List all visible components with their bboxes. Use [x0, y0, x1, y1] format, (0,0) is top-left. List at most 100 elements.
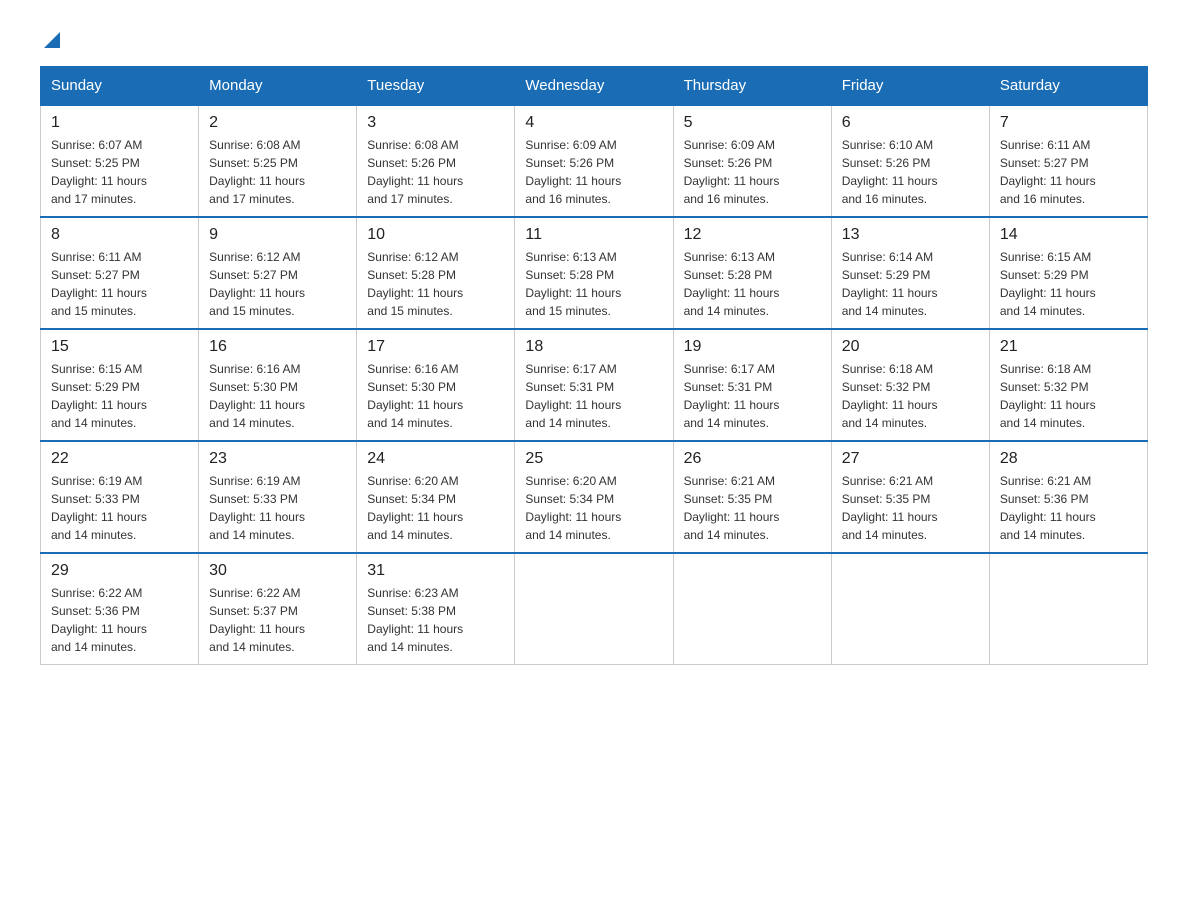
day-number: 29 — [51, 562, 188, 580]
calendar-cell: 17 Sunrise: 6:16 AMSunset: 5:30 PMDayligh… — [357, 329, 515, 441]
day-number: 21 — [1000, 338, 1137, 356]
day-info: Sunrise: 6:16 AMSunset: 5:30 PMDaylight:… — [367, 360, 504, 432]
day-info: Sunrise: 6:13 AMSunset: 5:28 PMDaylight:… — [525, 248, 662, 320]
calendar-cell: 16 Sunrise: 6:16 AMSunset: 5:30 PMDayligh… — [199, 329, 357, 441]
day-number: 17 — [367, 338, 504, 356]
column-header-tuesday: Tuesday — [357, 67, 515, 106]
day-number: 20 — [842, 338, 979, 356]
day-info: Sunrise: 6:17 AMSunset: 5:31 PMDaylight:… — [525, 360, 662, 432]
calendar-cell: 20 Sunrise: 6:18 AMSunset: 5:32 PMDayligh… — [831, 329, 989, 441]
calendar-week-row: 29 Sunrise: 6:22 AMSunset: 5:36 PMDayligh… — [41, 553, 1148, 665]
calendar-cell: 18 Sunrise: 6:17 AMSunset: 5:31 PMDayligh… — [515, 329, 673, 441]
calendar-cell — [515, 553, 673, 665]
calendar-cell: 27 Sunrise: 6:21 AMSunset: 5:35 PMDayligh… — [831, 441, 989, 553]
day-info: Sunrise: 6:12 AMSunset: 5:27 PMDaylight:… — [209, 248, 346, 320]
day-info: Sunrise: 6:08 AMSunset: 5:26 PMDaylight:… — [367, 136, 504, 208]
day-number: 8 — [51, 226, 188, 244]
day-number: 16 — [209, 338, 346, 356]
day-number: 24 — [367, 450, 504, 468]
calendar-cell: 22Sunrise: 6:19 AMSunset: 5:33 PMDayligh… — [41, 441, 199, 553]
day-number: 4 — [525, 114, 662, 132]
day-info: Sunrise: 6:15 AMSunset: 5:29 PMDaylight:… — [1000, 248, 1137, 320]
day-info: Sunrise: 6:09 AMSunset: 5:26 PMDaylight:… — [684, 136, 821, 208]
day-number: 26 — [684, 450, 821, 468]
calendar-cell: 1 Sunrise: 6:07 AMSunset: 5:25 PMDaylight… — [41, 105, 199, 217]
day-info: Sunrise: 6:20 AMSunset: 5:34 PMDaylight:… — [525, 472, 662, 544]
day-info: Sunrise: 6:11 AMSunset: 5:27 PMDaylight:… — [1000, 136, 1137, 208]
calendar-week-row: 8 Sunrise: 6:11 AMSunset: 5:27 PMDaylight… — [41, 217, 1148, 329]
day-info: Sunrise: 6:20 AMSunset: 5:34 PMDaylight:… — [367, 472, 504, 544]
calendar-cell: 21 Sunrise: 6:18 AMSunset: 5:32 PMDayligh… — [989, 329, 1147, 441]
day-number: 14 — [1000, 226, 1137, 244]
day-number: 9 — [209, 226, 346, 244]
day-info: Sunrise: 6:19 AMSunset: 5:33 PMDaylight:… — [209, 472, 346, 544]
day-info: Sunrise: 6:07 AMSunset: 5:25 PMDaylight:… — [51, 136, 188, 208]
logo-triangle-icon — [44, 32, 60, 48]
calendar-cell: 9 Sunrise: 6:12 AMSunset: 5:27 PMDaylight… — [199, 217, 357, 329]
calendar-header-row: SundayMondayTuesdayWednesdayThursdayFrid… — [41, 67, 1148, 106]
day-info: Sunrise: 6:10 AMSunset: 5:26 PMDaylight:… — [842, 136, 979, 208]
calendar-cell: 31Sunrise: 6:23 AMSunset: 5:38 PMDayligh… — [357, 553, 515, 665]
calendar-cell: 29 Sunrise: 6:22 AMSunset: 5:36 PMDayligh… — [41, 553, 199, 665]
day-info: Sunrise: 6:11 AMSunset: 5:27 PMDaylight:… — [51, 248, 188, 320]
day-number: 15 — [51, 338, 188, 356]
day-number: 12 — [684, 226, 821, 244]
day-number: 11 — [525, 226, 662, 244]
calendar-cell: 25 Sunrise: 6:20 AMSunset: 5:34 PMDayligh… — [515, 441, 673, 553]
day-info: Sunrise: 6:15 AMSunset: 5:29 PMDaylight:… — [51, 360, 188, 432]
page-header — [40, 30, 1148, 46]
day-info: Sunrise: 6:18 AMSunset: 5:32 PMDaylight:… — [842, 360, 979, 432]
column-header-thursday: Thursday — [673, 67, 831, 106]
calendar-week-row: 1 Sunrise: 6:07 AMSunset: 5:25 PMDaylight… — [41, 105, 1148, 217]
day-number: 2 — [209, 114, 346, 132]
day-info: Sunrise: 6:12 AMSunset: 5:28 PMDaylight:… — [367, 248, 504, 320]
day-number: 23 — [209, 450, 346, 468]
calendar-cell: 10Sunrise: 6:12 AMSunset: 5:28 PMDayligh… — [357, 217, 515, 329]
column-header-sunday: Sunday — [41, 67, 199, 106]
day-number: 18 — [525, 338, 662, 356]
calendar-week-row: 22Sunrise: 6:19 AMSunset: 5:33 PMDayligh… — [41, 441, 1148, 553]
day-number: 19 — [684, 338, 821, 356]
calendar-cell: 8 Sunrise: 6:11 AMSunset: 5:27 PMDaylight… — [41, 217, 199, 329]
column-header-wednesday: Wednesday — [515, 67, 673, 106]
logo — [40, 30, 60, 46]
day-number: 1 — [51, 114, 188, 132]
column-header-saturday: Saturday — [989, 67, 1147, 106]
day-number: 25 — [525, 450, 662, 468]
day-info: Sunrise: 6:18 AMSunset: 5:32 PMDaylight:… — [1000, 360, 1137, 432]
day-info: Sunrise: 6:21 AMSunset: 5:35 PMDaylight:… — [842, 472, 979, 544]
day-number: 27 — [842, 450, 979, 468]
day-info: Sunrise: 6:22 AMSunset: 5:36 PMDaylight:… — [51, 584, 188, 656]
day-number: 5 — [684, 114, 821, 132]
column-header-friday: Friday — [831, 67, 989, 106]
calendar-week-row: 15 Sunrise: 6:15 AMSunset: 5:29 PMDayligh… — [41, 329, 1148, 441]
calendar-table: SundayMondayTuesdayWednesdayThursdayFrid… — [40, 66, 1148, 665]
calendar-cell: 3 Sunrise: 6:08 AMSunset: 5:26 PMDaylight… — [357, 105, 515, 217]
day-number: 7 — [1000, 114, 1137, 132]
calendar-cell: 14 Sunrise: 6:15 AMSunset: 5:29 PMDayligh… — [989, 217, 1147, 329]
day-number: 3 — [367, 114, 504, 132]
day-info: Sunrise: 6:21 AMSunset: 5:35 PMDaylight:… — [684, 472, 821, 544]
calendar-cell — [831, 553, 989, 665]
column-header-monday: Monday — [199, 67, 357, 106]
day-info: Sunrise: 6:14 AMSunset: 5:29 PMDaylight:… — [842, 248, 979, 320]
calendar-cell: 4 Sunrise: 6:09 AMSunset: 5:26 PMDaylight… — [515, 105, 673, 217]
day-info: Sunrise: 6:16 AMSunset: 5:30 PMDaylight:… — [209, 360, 346, 432]
day-info: Sunrise: 6:22 AMSunset: 5:37 PMDaylight:… — [209, 584, 346, 656]
day-info: Sunrise: 6:17 AMSunset: 5:31 PMDaylight:… — [684, 360, 821, 432]
calendar-cell: 23 Sunrise: 6:19 AMSunset: 5:33 PMDayligh… — [199, 441, 357, 553]
calendar-cell: 6 Sunrise: 6:10 AMSunset: 5:26 PMDaylight… — [831, 105, 989, 217]
calendar-cell: 26 Sunrise: 6:21 AMSunset: 5:35 PMDayligh… — [673, 441, 831, 553]
calendar-cell: 30 Sunrise: 6:22 AMSunset: 5:37 PMDayligh… — [199, 553, 357, 665]
day-info: Sunrise: 6:21 AMSunset: 5:36 PMDaylight:… — [1000, 472, 1137, 544]
calendar-cell: 13Sunrise: 6:14 AMSunset: 5:29 PMDayligh… — [831, 217, 989, 329]
calendar-cell: 5 Sunrise: 6:09 AMSunset: 5:26 PMDaylight… — [673, 105, 831, 217]
day-number: 30 — [209, 562, 346, 580]
calendar-cell: 2Sunrise: 6:08 AMSunset: 5:25 PMDaylight… — [199, 105, 357, 217]
calendar-cell: 7 Sunrise: 6:11 AMSunset: 5:27 PMDaylight… — [989, 105, 1147, 217]
day-number: 6 — [842, 114, 979, 132]
day-number: 31 — [367, 562, 504, 580]
calendar-cell — [989, 553, 1147, 665]
calendar-cell: 12Sunrise: 6:13 AMSunset: 5:28 PMDayligh… — [673, 217, 831, 329]
day-info: Sunrise: 6:09 AMSunset: 5:26 PMDaylight:… — [525, 136, 662, 208]
